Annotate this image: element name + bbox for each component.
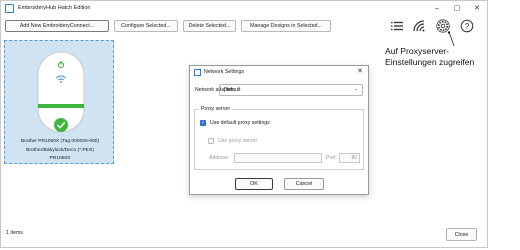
maximize-button[interactable]: ▢ — [447, 1, 467, 15]
toolbar: Add New EmbroideryConnect... Configure S… — [5, 20, 331, 33]
window-title: EmbroideryHub Hatch Edition — [18, 5, 91, 11]
title-bar: EmbroideryHub Hatch Edition – ▢ ✕ — [1, 1, 487, 15]
dialog-title-bar: Network Settings — [190, 66, 368, 78]
use-proxy-server-label: Use proxy server — [218, 138, 258, 144]
device-name: Brother PR1050X (Tag 000026-000) — [20, 139, 100, 144]
use-default-proxy-checkbox[interactable]: ✓ — [200, 120, 206, 126]
dialog-app-icon — [194, 68, 201, 76]
use-default-proxy-label: Use default proxy settings — [210, 120, 270, 126]
app-logo-icon — [5, 3, 14, 13]
device-info: Brother PR1050X (Tag 000026-000) Brother… — [5, 138, 115, 164]
use-proxy-server-checkbox[interactable] — [208, 138, 214, 144]
device-model: PR1050X — [49, 156, 71, 162]
network-adapter-select[interactable]: Default ⌄ — [219, 84, 363, 96]
embroideryconnect-device-image — [37, 51, 85, 133]
help-icon[interactable]: ? — [460, 19, 474, 33]
wifi-icon[interactable] — [412, 19, 426, 33]
dialog-close-icon[interactable]: ✕ — [355, 67, 365, 77]
connected-check-icon — [54, 118, 68, 132]
port-label: Port: — [326, 155, 337, 161]
delete-selected-button[interactable]: Delete Selected... — [183, 20, 236, 32]
cancel-button[interactable]: Cancel — [284, 178, 324, 190]
address-input[interactable] — [234, 153, 322, 163]
proxy-server-group-label: Proxy server — [199, 106, 233, 112]
svg-text:?: ? — [465, 22, 470, 31]
callout-line-1: Auf Proxyserver- — [385, 46, 449, 56]
manage-designs-button[interactable]: Manage Designs in Selected... — [241, 20, 331, 32]
device-format: Brother/Babylock/Deco (*.PES) — [26, 147, 94, 153]
callout-annotation: Auf Proxyserver- Einstellungen zugreifen — [385, 46, 474, 68]
dialog-title: Network Settings — [204, 69, 245, 75]
network-settings-dialog: Network Settings ✕ Network adapter: Defa… — [189, 65, 369, 195]
list-view-icon[interactable] — [390, 19, 404, 33]
window-controls: – ▢ ✕ — [427, 1, 487, 15]
proxy-server-group: Proxy server ✓ Use default proxy setting… — [194, 106, 364, 170]
configure-selected-button[interactable]: Configure Selected... — [114, 20, 178, 32]
chevron-down-icon: ⌄ — [353, 86, 358, 92]
minimize-button[interactable]: – — [427, 1, 447, 15]
network-adapter-value: Default — [224, 87, 241, 93]
ok-button[interactable]: OK — [235, 178, 273, 190]
add-embroideryconnect-button[interactable]: Add New EmbroideryConnect... — [5, 20, 109, 32]
close-window-button[interactable]: ✕ — [467, 1, 487, 15]
app-window: EmbroideryHub Hatch Edition – ▢ ✕ Add Ne… — [0, 0, 488, 248]
port-input[interactable]: 80 — [339, 153, 360, 163]
item-count: 1 items — [6, 230, 24, 236]
address-label: Address: — [209, 155, 230, 161]
callout-line-2: Einstellungen zugreifen — [385, 57, 475, 67]
device-card[interactable]: Brother PR1050X (Tag 000026-000) Brother… — [4, 40, 114, 164]
close-button[interactable]: Close — [446, 228, 477, 241]
